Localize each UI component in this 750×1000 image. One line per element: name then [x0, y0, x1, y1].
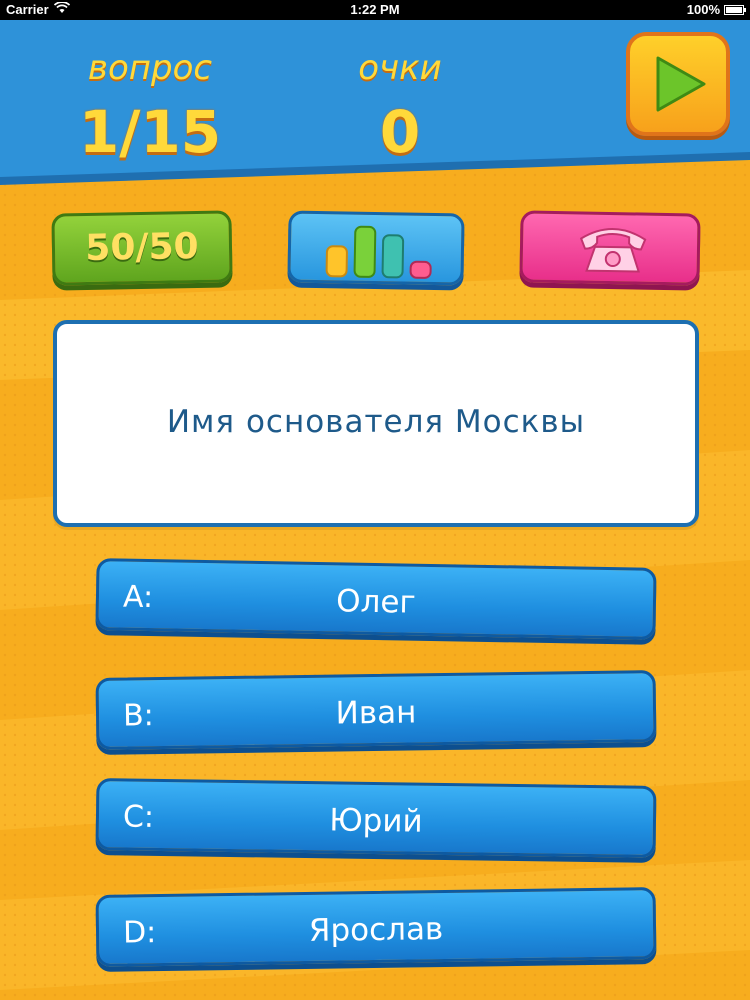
answer-text: Юрий: [328, 802, 423, 840]
phone-icon: [579, 228, 647, 273]
answer-a-button[interactable]: A: Олег: [95, 558, 657, 640]
answer-c-button[interactable]: C: Юрий: [95, 778, 657, 858]
fifty-fifty-label: 50/50: [84, 226, 200, 269]
answer-text: Иван: [335, 694, 417, 732]
answer-d-button[interactable]: D: Ярослав: [95, 887, 657, 967]
ask-audience-button[interactable]: [287, 210, 465, 286]
battery-icon: [724, 5, 746, 15]
clock: 1:22 PM: [350, 2, 400, 17]
audience-chart-icon: [325, 225, 432, 279]
battery-percent: 100%: [686, 2, 720, 17]
phone-friend-button[interactable]: [519, 210, 701, 286]
game-header: вопрос 1/15 очки 0: [0, 20, 750, 185]
play-button[interactable]: [626, 32, 730, 136]
score-value: 0: [379, 98, 421, 166]
answer-text: Олег: [335, 583, 417, 621]
answer-b-button[interactable]: B: Иван: [95, 670, 657, 750]
fifty-fifty-button[interactable]: 50/50: [51, 210, 233, 286]
question-text: Имя основателя Москвы: [166, 404, 586, 440]
question-counter-label: вопрос: [87, 48, 213, 88]
score-label: очки: [358, 48, 442, 88]
question-card: Имя основателя Москвы: [53, 320, 699, 527]
question-counter-value: 1/15: [78, 98, 222, 166]
status-bar: Carrier 1:22 PM 100%: [0, 0, 750, 20]
play-icon: [656, 56, 706, 112]
answer-text: Ярослав: [308, 911, 444, 949]
